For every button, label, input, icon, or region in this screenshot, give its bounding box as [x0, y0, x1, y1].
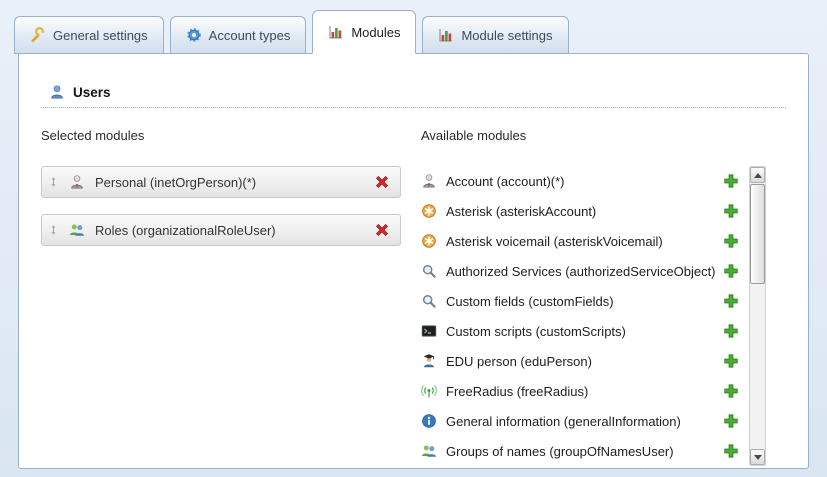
content-panel: Users Selected modules Personal (inetOrg…	[18, 53, 809, 469]
add-module-button[interactable]	[723, 233, 739, 249]
chart-icon	[328, 24, 344, 40]
available-module-row: Asterisk (asteriskAccount)	[421, 196, 745, 226]
available-module-row: Authorized Services (authorizedServiceOb…	[421, 256, 745, 286]
badge-icon	[186, 27, 202, 43]
scroll-up-button[interactable]	[750, 167, 765, 183]
available-module-row: Asterisk voicemail (asteriskVoicemail)	[421, 226, 745, 256]
module-label: Custom scripts (customScripts)	[446, 324, 626, 339]
selected-modules-heading: Selected modules	[41, 128, 401, 144]
magnifier-icon	[421, 293, 437, 309]
add-plus-icon	[723, 383, 739, 399]
tab-bar: General settings Account types Modules M…	[9, 10, 818, 54]
tab-label: Account types	[209, 28, 291, 43]
add-plus-icon	[723, 173, 739, 189]
selected-module-row[interactable]: Roles (organizationalRoleUser)	[41, 214, 401, 246]
add-plus-icon	[723, 443, 739, 459]
add-plus-icon	[723, 323, 739, 339]
add-module-button[interactable]	[723, 443, 739, 459]
add-module-button[interactable]	[723, 173, 739, 189]
add-module-button[interactable]	[723, 413, 739, 429]
section-title: Users	[73, 85, 111, 100]
add-plus-icon	[723, 293, 739, 309]
module-label: FreeRadius (freeRadius)	[446, 384, 588, 399]
available-modules-list: Account (account)(*) Asterisk (asteriskA…	[421, 166, 745, 466]
scrollbar-thumb[interactable]	[750, 184, 765, 284]
arrow-down-icon	[754, 455, 762, 460]
available-module-row: Account (account)(*)	[421, 166, 745, 196]
selected-modules-column: Selected modules Personal (inetOrgPerson…	[41, 128, 401, 466]
tab-label: General settings	[53, 28, 148, 43]
module-label: Asterisk (asteriskAccount)	[446, 204, 596, 219]
asterisk-icon	[421, 233, 437, 249]
remove-module-button[interactable]	[374, 222, 390, 238]
available-modules-heading: Available modules	[421, 128, 766, 144]
tab-modules[interactable]: Modules	[312, 10, 416, 54]
add-module-button[interactable]	[723, 263, 739, 279]
chart-icon	[438, 27, 454, 43]
available-module-row: FreeRadius (freeRadius)	[421, 376, 745, 406]
module-label: EDU person (eduPerson)	[446, 354, 592, 369]
tab-account-types[interactable]: Account types	[170, 16, 307, 54]
tab-label: Modules	[351, 25, 400, 40]
remove-x-icon	[374, 174, 390, 190]
add-module-button[interactable]	[723, 293, 739, 309]
users-section-header: Users	[41, 84, 786, 108]
asterisk-icon	[421, 203, 437, 219]
available-modules-list-wrap: Account (account)(*) Asterisk (asteriskA…	[421, 166, 766, 466]
modules-columns: Selected modules Personal (inetOrgPerson…	[41, 128, 786, 466]
arrow-up-icon	[754, 173, 762, 178]
module-label: Roles (organizationalRoleUser)	[95, 223, 276, 238]
person-icon	[421, 173, 437, 189]
group-icon	[69, 222, 85, 238]
add-plus-icon	[723, 233, 739, 249]
remove-x-icon	[374, 222, 390, 238]
module-label: Account (account)(*)	[446, 174, 565, 189]
vertical-scrollbar[interactable]	[749, 166, 766, 466]
module-label: Authorized Services (authorizedServiceOb…	[446, 264, 716, 279]
graduate-icon	[421, 353, 437, 369]
available-module-row: Groups of names (groupOfNamesUser)	[421, 436, 745, 466]
person-icon	[69, 174, 85, 190]
available-module-row: Custom scripts (customScripts)	[421, 316, 745, 346]
wrench-icon	[30, 27, 46, 43]
drag-handle-icon[interactable]	[48, 223, 59, 237]
module-label: Groups of names (groupOfNamesUser)	[446, 444, 674, 459]
available-module-row: General information (generalInformation)	[421, 406, 745, 436]
add-plus-icon	[723, 203, 739, 219]
module-label: Personal (inetOrgPerson)(*)	[95, 175, 256, 190]
terminal-icon	[421, 323, 437, 339]
magnifier-icon	[421, 263, 437, 279]
module-label: Asterisk voicemail (asteriskVoicemail)	[446, 234, 663, 249]
scroll-down-button[interactable]	[750, 449, 765, 465]
config-tabs-widget: General settings Account types Modules M…	[0, 0, 827, 469]
add-module-button[interactable]	[723, 203, 739, 219]
remove-module-button[interactable]	[374, 174, 390, 190]
add-plus-icon	[723, 263, 739, 279]
scrollbar-track[interactable]	[750, 183, 765, 449]
module-label: Custom fields (customFields)	[446, 294, 614, 309]
available-modules-column: Available modules Account (account)(*)	[421, 128, 786, 466]
drag-handle-icon[interactable]	[48, 175, 59, 189]
tab-general-settings[interactable]: General settings	[14, 16, 164, 54]
group-icon	[421, 443, 437, 459]
add-module-button[interactable]	[723, 323, 739, 339]
user-icon	[49, 84, 65, 100]
info-icon	[421, 413, 437, 429]
add-module-button[interactable]	[723, 353, 739, 369]
antenna-icon	[421, 383, 437, 399]
add-module-button[interactable]	[723, 383, 739, 399]
module-label: General information (generalInformation)	[446, 414, 681, 429]
add-plus-icon	[723, 413, 739, 429]
tab-label: Module settings	[461, 28, 552, 43]
tab-module-settings[interactable]: Module settings	[422, 16, 568, 54]
available-module-row: EDU person (eduPerson)	[421, 346, 745, 376]
add-plus-icon	[723, 353, 739, 369]
selected-module-row[interactable]: Personal (inetOrgPerson)(*)	[41, 166, 401, 198]
available-module-row: Custom fields (customFields)	[421, 286, 745, 316]
